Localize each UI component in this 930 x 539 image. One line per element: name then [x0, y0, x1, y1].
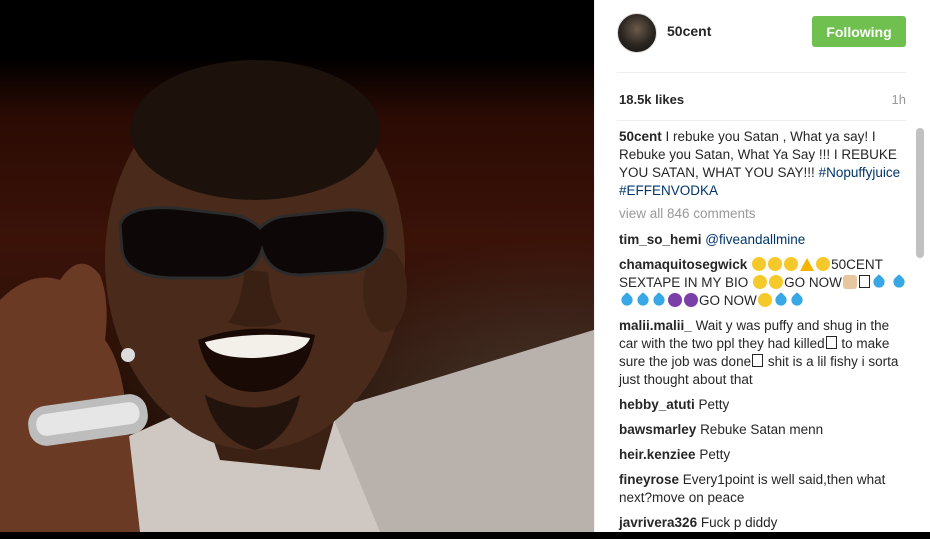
devil-emoji-icon	[668, 293, 682, 307]
droplets-emoji-icon	[870, 274, 887, 290]
droplets-emoji-icon	[788, 292, 805, 308]
comment-text: Petty	[698, 397, 730, 412]
mention-link[interactable]: @fiveandallmine	[705, 232, 805, 247]
comment-username[interactable]: bawsmarley	[619, 422, 696, 437]
comment-username[interactable]: heir.kenziee	[619, 447, 696, 462]
comment-item: hebby_atuti Petty	[619, 396, 909, 414]
hashtag-link[interactable]: #Nopuffyjuice	[819, 165, 901, 180]
hand-emoji-icon	[842, 275, 857, 289]
droplets-emoji-icon	[619, 292, 635, 308]
comment-text: GO NOW	[784, 275, 842, 290]
comment-username[interactable]: javrivera326	[619, 515, 697, 530]
emoji-icon	[768, 257, 783, 271]
comment-username[interactable]: malii.malii_	[619, 318, 692, 333]
comment-text: Fuck p diddy	[700, 515, 778, 530]
comment-item: tim_so_hemi @fiveandallmine	[619, 231, 909, 249]
emoji-icon	[753, 275, 768, 289]
comments-scrollbar[interactable]	[916, 128, 924, 258]
comment-item: bawsmarley Rebuke Satan menn	[619, 421, 909, 439]
likes-count[interactable]: 18.5k likes	[619, 92, 684, 107]
comment-username[interactable]: tim_so_hemi	[619, 232, 702, 247]
comment-text: GO NOW	[699, 293, 757, 308]
caption: 50cent I rebuke you Satan , What ya say!…	[619, 128, 909, 200]
comment-text: Rebuke Satan menn	[700, 422, 824, 437]
droplets-emoji-icon	[651, 292, 667, 308]
stats-divider	[617, 120, 906, 121]
droplets-emoji-icon	[890, 274, 907, 290]
comment-item: heir.kenziee Petty	[619, 446, 909, 464]
comment-username[interactable]: fineyrose	[619, 472, 679, 487]
droplets-emoji-icon	[772, 292, 789, 308]
post-header: 50cent Following	[595, 0, 930, 72]
comment-username[interactable]: chamaquitosegwick	[619, 257, 747, 272]
avatar[interactable]	[617, 13, 657, 53]
warning-emoji-icon	[800, 258, 815, 271]
emoji-icon	[769, 275, 784, 289]
comments-list: 50cent I rebuke you Satan , What ya say!…	[619, 128, 909, 539]
missing-glyph-icon	[825, 336, 837, 349]
comment-item: fineyrose Every1point is well said,then …	[619, 471, 909, 507]
post-author-username[interactable]: 50cent	[667, 23, 711, 39]
post-image-illustration	[0, 60, 594, 532]
post-time[interactable]: 1h	[892, 92, 906, 107]
comment-text: Petty	[699, 447, 731, 462]
emoji-icon	[816, 257, 831, 271]
missing-glyph-icon	[752, 354, 764, 367]
view-all-comments-link[interactable]: view all 846 comments	[619, 205, 909, 223]
post-details-panel: 50cent Following 18.5k likes 1h 50cent I…	[594, 0, 930, 532]
comment-item: javrivera326 Fuck p diddy	[619, 514, 909, 532]
caption-username[interactable]: 50cent	[619, 129, 662, 144]
missing-glyph-icon	[858, 275, 870, 288]
header-divider	[617, 72, 906, 73]
emoji-icon	[757, 293, 772, 307]
comment-username[interactable]: hebby_atuti	[619, 397, 695, 412]
hashtag-link[interactable]: #EFFENVODKA	[619, 183, 718, 198]
comment-item: malii.malii_ Wait y was puffy and shug i…	[619, 317, 909, 389]
following-button[interactable]: Following	[812, 16, 906, 47]
emoji-icon	[752, 257, 767, 271]
devil-emoji-icon	[684, 293, 698, 307]
post-image[interactable]	[0, 0, 594, 532]
emoji-icon	[784, 257, 799, 271]
droplets-emoji-icon	[635, 292, 651, 308]
comment-item: chamaquitosegwick 50CENT SEXTAPE IN MY B…	[619, 256, 909, 310]
